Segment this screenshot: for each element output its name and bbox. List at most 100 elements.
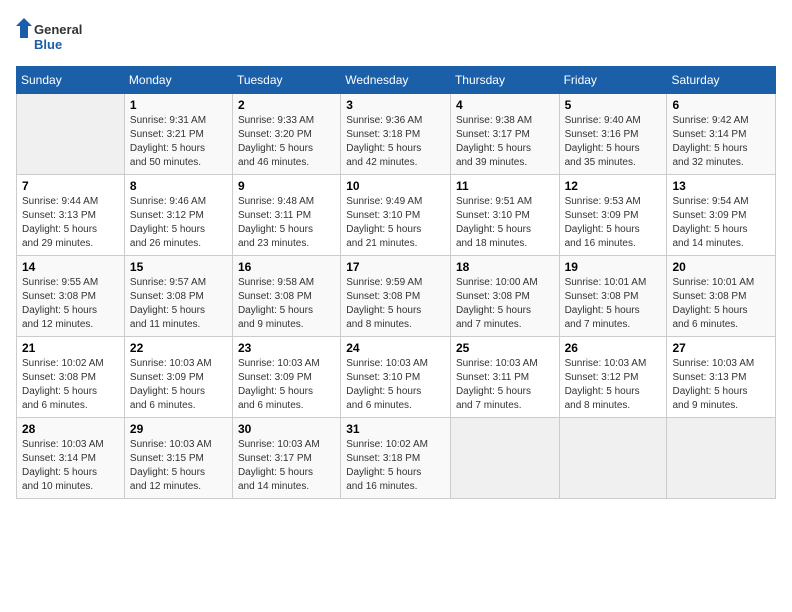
col-header-wednesday: Wednesday [341,67,451,94]
day-number: 9 [238,179,335,193]
day-cell [559,418,667,499]
day-cell: 12Sunrise: 9:53 AM Sunset: 3:09 PM Dayli… [559,175,667,256]
day-info: Sunrise: 10:03 AM Sunset: 3:13 PM Daylig… [672,357,770,413]
day-info: Sunrise: 10:03 AM Sunset: 3:12 PM Daylig… [565,357,662,413]
day-number: 5 [565,98,662,112]
svg-text:General: General [34,22,82,37]
day-number: 16 [238,260,335,274]
day-cell: 1Sunrise: 9:31 AM Sunset: 3:21 PM Daylig… [124,94,232,175]
day-cell: 7 Sunrise: 9:44 AM Sunset: 3:13 PM Daylig… [17,175,125,256]
day-number: 29 [130,422,227,436]
day-cell: 27 Sunrise: 10:03 AM Sunset: 3:13 PM Dayl… [667,337,776,418]
day-info: Sunrise: 9:59 AM Sunset: 3:08 PM Dayligh… [346,276,445,332]
logo: General Blue [16,16,86,56]
day-info: Sunrise: 10:02 AM Sunset: 3:08 PM Daylig… [22,357,119,413]
week-row-1: 1Sunrise: 9:31 AM Sunset: 3:21 PM Daylig… [17,94,776,175]
day-info: Sunrise: 10:01 AM Sunset: 3:08 PM Daylig… [565,276,662,332]
day-cell: 17 Sunrise: 9:59 AM Sunset: 3:08 PM Dayli… [341,256,451,337]
day-number: 14 [22,260,119,274]
day-number: 10 [346,179,445,193]
col-header-friday: Friday [559,67,667,94]
week-row-3: 14 Sunrise: 9:55 AM Sunset: 3:08 PM Dayli… [17,256,776,337]
day-cell [450,418,559,499]
day-cell: 25Sunrise: 10:03 AM Sunset: 3:11 PM Dayl… [450,337,559,418]
week-row-5: 28 Sunrise: 10:03 AM Sunset: 3:14 PM Dayl… [17,418,776,499]
day-cell: 8 Sunrise: 9:46 AM Sunset: 3:12 PM Daylig… [124,175,232,256]
day-cell: 5Sunrise: 9:40 AM Sunset: 3:16 PM Daylig… [559,94,667,175]
col-header-monday: Monday [124,67,232,94]
day-number: 26 [565,341,662,355]
day-number: 19 [565,260,662,274]
day-number: 28 [22,422,119,436]
day-cell: 20 Sunrise: 10:01 AM Sunset: 3:08 PM Dayl… [667,256,776,337]
day-cell [17,94,125,175]
day-cell: 11 Sunrise: 9:51 AM Sunset: 3:10 PM Dayli… [450,175,559,256]
day-number: 4 [456,98,554,112]
col-header-saturday: Saturday [667,67,776,94]
day-info: Sunrise: 9:57 AM Sunset: 3:08 PM Dayligh… [130,276,227,332]
day-cell: 19 Sunrise: 10:01 AM Sunset: 3:08 PM Dayl… [559,256,667,337]
day-info: Sunrise: 10:03 AM Sunset: 3:10 PM Daylig… [346,357,445,413]
day-cell: 18 Sunrise: 10:00 AM Sunset: 3:08 PM Dayl… [450,256,559,337]
day-cell: 30 Sunrise: 10:03 AM Sunset: 3:17 PM Dayl… [232,418,340,499]
day-info: Sunrise: 9:53 AM Sunset: 3:09 PM Dayligh… [565,195,662,251]
day-cell: 29Sunrise: 10:03 AM Sunset: 3:15 PM Dayl… [124,418,232,499]
day-info: Sunrise: 10:03 AM Sunset: 3:09 PM Daylig… [238,357,335,413]
day-number: 23 [238,341,335,355]
day-info: Sunrise: 9:55 AM Sunset: 3:08 PM Dayligh… [22,276,119,332]
day-number: 22 [130,341,227,355]
day-number: 2 [238,98,335,112]
day-cell: 6Sunrise: 9:42 AM Sunset: 3:14 PM Daylig… [667,94,776,175]
day-number: 15 [130,260,227,274]
day-info: Sunrise: 10:01 AM Sunset: 3:08 PM Daylig… [672,276,770,332]
day-info: Sunrise: 9:46 AM Sunset: 3:12 PM Dayligh… [130,195,227,251]
day-number: 27 [672,341,770,355]
day-info: Sunrise: 9:31 AM Sunset: 3:21 PM Dayligh… [130,114,227,170]
col-header-thursday: Thursday [450,67,559,94]
day-number: 20 [672,260,770,274]
day-number: 8 [130,179,227,193]
day-info: Sunrise: 9:49 AM Sunset: 3:10 PM Dayligh… [346,195,445,251]
day-number: 13 [672,179,770,193]
svg-text:Blue: Blue [34,37,62,52]
day-number: 25 [456,341,554,355]
col-header-tuesday: Tuesday [232,67,340,94]
day-cell: 23 Sunrise: 10:03 AM Sunset: 3:09 PM Dayl… [232,337,340,418]
day-cell: 22 Sunrise: 10:03 AM Sunset: 3:09 PM Dayl… [124,337,232,418]
week-row-2: 7 Sunrise: 9:44 AM Sunset: 3:13 PM Daylig… [17,175,776,256]
day-number: 3 [346,98,445,112]
day-number: 31 [346,422,445,436]
calendar-table: SundayMondayTuesdayWednesdayThursdayFrid… [16,66,776,499]
day-cell: 2 Sunrise: 9:33 AM Sunset: 3:20 PM Daylig… [232,94,340,175]
day-cell [667,418,776,499]
day-info: Sunrise: 10:03 AM Sunset: 3:09 PM Daylig… [130,357,227,413]
day-cell: 3 Sunrise: 9:36 AM Sunset: 3:18 PM Daylig… [341,94,451,175]
logo-svg: General Blue [16,16,86,56]
day-number: 17 [346,260,445,274]
day-info: Sunrise: 10:03 AM Sunset: 3:14 PM Daylig… [22,438,119,494]
day-info: Sunrise: 9:38 AM Sunset: 3:17 PM Dayligh… [456,114,554,170]
day-info: Sunrise: 10:03 AM Sunset: 3:17 PM Daylig… [238,438,335,494]
day-cell: 24 Sunrise: 10:03 AM Sunset: 3:10 PM Dayl… [341,337,451,418]
day-number: 24 [346,341,445,355]
day-info: Sunrise: 10:00 AM Sunset: 3:08 PM Daylig… [456,276,554,332]
day-number: 11 [456,179,554,193]
day-cell: 26 Sunrise: 10:03 AM Sunset: 3:12 PM Dayl… [559,337,667,418]
day-number: 30 [238,422,335,436]
day-info: Sunrise: 9:58 AM Sunset: 3:08 PM Dayligh… [238,276,335,332]
day-number: 18 [456,260,554,274]
day-cell: 13Sunrise: 9:54 AM Sunset: 3:09 PM Dayli… [667,175,776,256]
day-number: 6 [672,98,770,112]
week-row-4: 21Sunrise: 10:02 AM Sunset: 3:08 PM Dayl… [17,337,776,418]
day-info: Sunrise: 9:36 AM Sunset: 3:18 PM Dayligh… [346,114,445,170]
day-info: Sunrise: 9:33 AM Sunset: 3:20 PM Dayligh… [238,114,335,170]
day-cell: 28 Sunrise: 10:03 AM Sunset: 3:14 PM Dayl… [17,418,125,499]
day-cell: 15 Sunrise: 9:57 AM Sunset: 3:08 PM Dayli… [124,256,232,337]
day-number: 7 [22,179,119,193]
day-cell: 21Sunrise: 10:02 AM Sunset: 3:08 PM Dayl… [17,337,125,418]
day-info: Sunrise: 9:51 AM Sunset: 3:10 PM Dayligh… [456,195,554,251]
day-info: Sunrise: 9:44 AM Sunset: 3:13 PM Dayligh… [22,195,119,251]
day-cell: 14 Sunrise: 9:55 AM Sunset: 3:08 PM Dayli… [17,256,125,337]
day-cell: 9Sunrise: 9:48 AM Sunset: 3:11 PM Daylig… [232,175,340,256]
day-cell: 4 Sunrise: 9:38 AM Sunset: 3:17 PM Daylig… [450,94,559,175]
